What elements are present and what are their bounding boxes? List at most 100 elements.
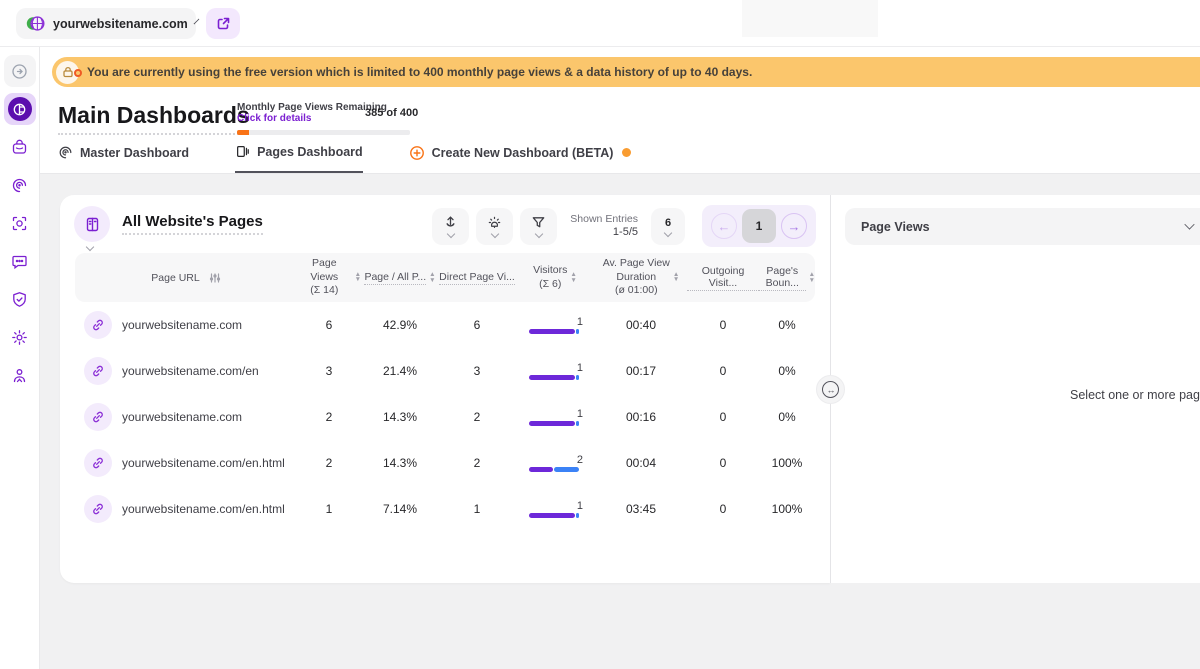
sidebar-item-privacy[interactable] — [4, 283, 36, 315]
export-button[interactable] — [432, 208, 469, 245]
col-label: Direct Page Vi... — [439, 271, 515, 285]
chevron-down-icon — [664, 228, 672, 236]
col-direct-page-views[interactable]: Direct Page Vi... — [439, 271, 515, 285]
all-pages-card: All Website's Pages — [60, 195, 830, 583]
bounce-value: 100% — [759, 502, 815, 516]
col-outgoing-visits[interactable]: Outgoing Visit... — [687, 265, 759, 291]
column-filter-icon[interactable] — [209, 272, 221, 284]
visitors-value: 1 — [577, 408, 583, 420]
shield-check-icon — [11, 291, 28, 308]
page-views-value: 2 — [297, 456, 361, 470]
table-row[interactable]: yourwebsitename.com 6 42.9% 6 1 00:40 0 … — [75, 302, 815, 348]
direct-views-value: 6 — [439, 318, 515, 332]
visitors-bar-purple — [529, 513, 575, 518]
table-row[interactable]: yourwebsitename.com/en.html 2 14.3% 2 2 … — [75, 440, 815, 486]
outgoing-value: 0 — [687, 318, 759, 332]
link-icon[interactable] — [84, 403, 112, 431]
table-row[interactable]: yourwebsitename.com/en.html 1 7.14% 1 1 … — [75, 486, 815, 532]
external-link-icon — [216, 16, 231, 31]
duration-value: 00:04 — [595, 456, 687, 470]
metric-select[interactable]: Page Views — [845, 208, 1200, 245]
table-row[interactable]: yourwebsitename.com/en 3 21.4% 3 1 00:17… — [75, 348, 815, 394]
sidebar-item-visitor-focus[interactable] — [4, 207, 36, 239]
duration-value: 00:16 — [595, 410, 687, 424]
sort-icon[interactable]: ▲▼ — [809, 272, 815, 284]
banner-text: You are currently using the free version… — [87, 65, 752, 79]
shown-entries-value: 1-5/5 — [570, 226, 638, 240]
sidebar-item-dashboards[interactable] — [4, 93, 36, 125]
link-icon[interactable] — [84, 357, 112, 385]
quota-progress-fill — [237, 130, 249, 135]
visitors-bar-purple — [529, 467, 553, 472]
link-icon[interactable] — [84, 495, 112, 523]
col-page-views[interactable]: Page Views(Σ 14) ▲▼ — [297, 257, 361, 298]
col-label2: Duration — [603, 271, 670, 285]
page-url: yourwebsitename.com/en.html — [122, 502, 285, 516]
col-page-url[interactable]: Page URL — [75, 272, 297, 284]
link-icon[interactable] — [84, 311, 112, 339]
open-website-button[interactable] — [206, 8, 240, 39]
col-sub: (Σ 14) — [297, 284, 352, 298]
pagination: ← 1 → — [702, 205, 816, 247]
gear-icon — [11, 329, 28, 346]
visitors-bar — [529, 375, 581, 380]
website-selector[interactable]: yourwebsitename.com — [16, 8, 196, 39]
sidebar-item-location[interactable] — [4, 359, 36, 391]
col-label: Page URL — [151, 272, 199, 284]
sidebar-item-company[interactable] — [4, 131, 36, 163]
sort-icon[interactable]: ▲▼ — [570, 272, 576, 284]
topbar-placeholder — [742, 0, 878, 37]
page-url: yourwebsitename.com — [122, 318, 242, 332]
website-name: yourwebsitename.com — [53, 17, 188, 31]
sidebar-item-communication[interactable] — [4, 245, 36, 277]
alert-ring-icon — [74, 69, 82, 77]
next-page-button[interactable]: → — [781, 213, 807, 239]
bounce-value: 100% — [759, 456, 815, 470]
sidebar-expand-button[interactable] — [4, 55, 36, 87]
spiral-icon — [58, 145, 73, 160]
direct-views-value: 1 — [439, 502, 515, 516]
tab-pages-dashboard[interactable]: Pages Dashboard — [235, 144, 363, 173]
col-page-all-pct[interactable]: Page / All P... ▲▼ — [361, 271, 439, 285]
sort-icon[interactable]: ▲▼ — [673, 272, 679, 284]
visitors-bar-purple — [529, 421, 575, 426]
link-icon[interactable] — [84, 449, 112, 477]
col-avg-duration[interactable]: Av. Page ViewDuration(ø 01:00) ▲▼ — [595, 257, 687, 298]
quota-value: 385 of 400 — [365, 107, 418, 119]
alerts-button[interactable] — [476, 208, 513, 245]
chevron-down-icon — [535, 230, 543, 238]
card-menu-button[interactable] — [74, 206, 110, 242]
circle-arrow-icon — [11, 63, 28, 80]
duration-value: 00:40 — [595, 318, 687, 332]
card-header: All Website's Pages — [60, 195, 830, 253]
page-url: yourwebsitename.com/en — [122, 364, 259, 378]
page-views-panel: Page Views Select one or more pages to v — [831, 195, 1200, 583]
outgoing-value: 0 — [687, 364, 759, 378]
direct-views-value: 2 — [439, 456, 515, 470]
pages-icon — [235, 144, 250, 159]
sidebar-item-behavior[interactable] — [4, 169, 36, 201]
page-pct-value: 42.9% — [361, 318, 439, 332]
col-sub: (ø 01:00) — [603, 284, 670, 298]
tab-master-dashboard[interactable]: Master Dashboard — [58, 145, 189, 172]
col-bounce-rate[interactable]: Page's Boun... ▲▼ — [759, 265, 815, 291]
plus-circle-icon — [409, 145, 425, 161]
chevron-down-icon — [447, 230, 455, 238]
focus-icon — [11, 215, 28, 232]
col-label: Outgoing Visit... — [687, 265, 759, 291]
sort-icon[interactable]: ▲▼ — [429, 272, 435, 284]
col-visitors[interactable]: Visitors(Σ 6) ▲▼ — [515, 264, 595, 291]
sidebar-item-settings[interactable] — [4, 321, 36, 353]
table-row[interactable]: yourwebsitename.com 2 14.3% 2 1 00:16 0 … — [75, 394, 815, 440]
page-size-selector[interactable]: 6 — [651, 208, 685, 245]
visitors-bar-blue — [554, 467, 579, 472]
page-title: Main Dashboards — [58, 102, 250, 135]
visitors-bar — [529, 421, 581, 426]
visitors-bar — [529, 513, 581, 518]
tab-create-new-dashboard[interactable]: Create New Dashboard (BETA) — [409, 145, 632, 173]
resize-handle[interactable]: ↔ — [816, 375, 845, 404]
chat-icon — [11, 253, 28, 270]
lock-icon — [56, 61, 79, 84]
prev-page-button[interactable]: ← — [711, 213, 737, 239]
filter-button[interactable] — [520, 208, 557, 245]
